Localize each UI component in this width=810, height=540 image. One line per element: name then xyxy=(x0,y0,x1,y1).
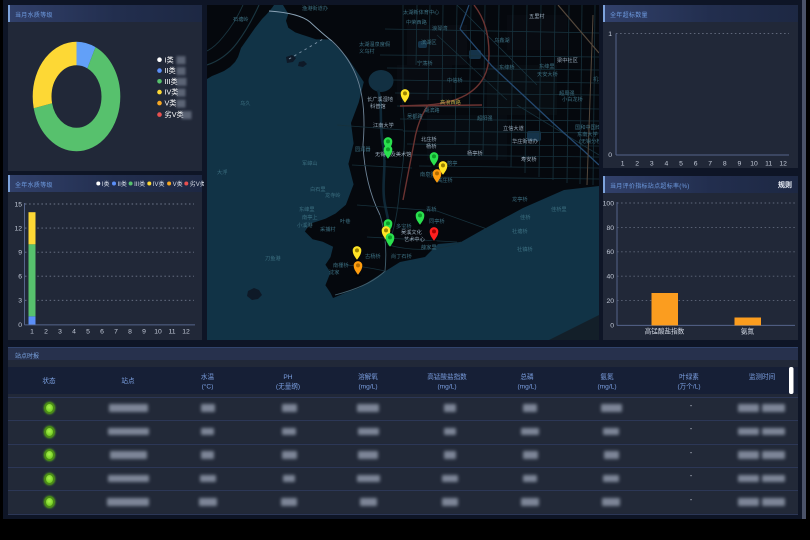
svg-text:40: 40 xyxy=(606,274,614,281)
svg-text:12: 12 xyxy=(182,329,190,336)
svg-text:劣V类: 劣V类 xyxy=(165,110,184,119)
svg-text:1: 1 xyxy=(608,31,612,38)
svg-text:劣V类: 劣V类 xyxy=(190,180,204,188)
svg-text:叶绿素: 叶绿素 xyxy=(679,372,699,381)
svg-text:11: 11 xyxy=(168,329,175,336)
svg-text:IV类: IV类 xyxy=(153,180,165,188)
svg-text:氨氮: 氨氮 xyxy=(600,372,614,381)
svg-text:(°C): (°C) xyxy=(202,383,214,391)
svg-text:III类: III类 xyxy=(134,180,145,188)
svg-text:PH: PH xyxy=(283,374,292,381)
svg-text:(mg/L): (mg/L) xyxy=(597,384,616,391)
svg-text:V类: V类 xyxy=(165,99,177,108)
svg-text:V类: V类 xyxy=(173,180,183,188)
svg-text:11: 11 xyxy=(765,161,772,168)
svg-text:1: 1 xyxy=(30,329,34,336)
svg-text:2: 2 xyxy=(44,329,48,336)
svg-text:15: 15 xyxy=(14,201,22,208)
svg-text:7: 7 xyxy=(114,329,118,336)
svg-text:80: 80 xyxy=(606,225,614,232)
svg-text:0: 0 xyxy=(608,152,612,159)
svg-text:6: 6 xyxy=(18,274,22,281)
svg-text:I类: I类 xyxy=(102,180,110,188)
svg-text:20: 20 xyxy=(606,298,614,305)
svg-text:(mg/L): (mg/L) xyxy=(358,384,377,391)
svg-text:监测时间: 监测时间 xyxy=(749,372,776,381)
svg-text:1: 1 xyxy=(621,161,625,168)
svg-text:0: 0 xyxy=(610,322,614,329)
svg-text:8: 8 xyxy=(128,329,132,336)
svg-text:4: 4 xyxy=(72,329,76,336)
svg-text:(mg/L): (mg/L) xyxy=(517,384,536,391)
svg-text:5: 5 xyxy=(679,161,683,168)
svg-text:状态: 状态 xyxy=(42,376,56,385)
svg-text:9: 9 xyxy=(142,329,146,336)
svg-text:7: 7 xyxy=(708,161,712,168)
svg-text:氨氮: 氨氮 xyxy=(741,327,755,336)
svg-text:100: 100 xyxy=(603,200,614,207)
svg-text:10: 10 xyxy=(154,329,162,336)
svg-text:II类: II类 xyxy=(118,180,127,188)
svg-text:60: 60 xyxy=(606,249,614,256)
svg-text:3: 3 xyxy=(650,161,654,168)
svg-text:12: 12 xyxy=(779,161,787,168)
svg-text:0: 0 xyxy=(18,322,22,329)
svg-text:(无量纲): (无量纲) xyxy=(276,382,300,391)
svg-text:10: 10 xyxy=(750,161,758,168)
svg-text:III类: III类 xyxy=(165,77,178,86)
svg-text:6: 6 xyxy=(694,161,698,168)
svg-text:2: 2 xyxy=(635,161,639,168)
svg-text:9: 9 xyxy=(18,250,22,257)
svg-text:水温: 水温 xyxy=(201,372,215,381)
svg-text:站点: 站点 xyxy=(121,376,135,385)
svg-text:总磷: 总磷 xyxy=(520,372,534,381)
svg-text:5: 5 xyxy=(86,329,90,336)
svg-text:4: 4 xyxy=(665,161,669,168)
svg-text:6: 6 xyxy=(100,329,104,336)
svg-text:9: 9 xyxy=(738,161,742,168)
svg-text:12: 12 xyxy=(14,226,22,233)
svg-text:高锰酸盐指数: 高锰酸盐指数 xyxy=(427,372,467,381)
svg-text:溶解氧: 溶解氧 xyxy=(358,372,378,381)
svg-text:(mg/L): (mg/L) xyxy=(437,384,456,391)
svg-text:3: 3 xyxy=(58,329,62,336)
svg-text:I类: I类 xyxy=(165,55,174,64)
svg-text:(万个/L): (万个/L) xyxy=(677,383,700,391)
svg-text:IV类: IV类 xyxy=(165,88,179,97)
svg-text:高锰酸盐指数: 高锰酸盐指数 xyxy=(645,327,685,336)
svg-text:8: 8 xyxy=(723,161,727,168)
svg-text:3: 3 xyxy=(18,298,22,305)
svg-text:II类: II类 xyxy=(165,66,176,75)
